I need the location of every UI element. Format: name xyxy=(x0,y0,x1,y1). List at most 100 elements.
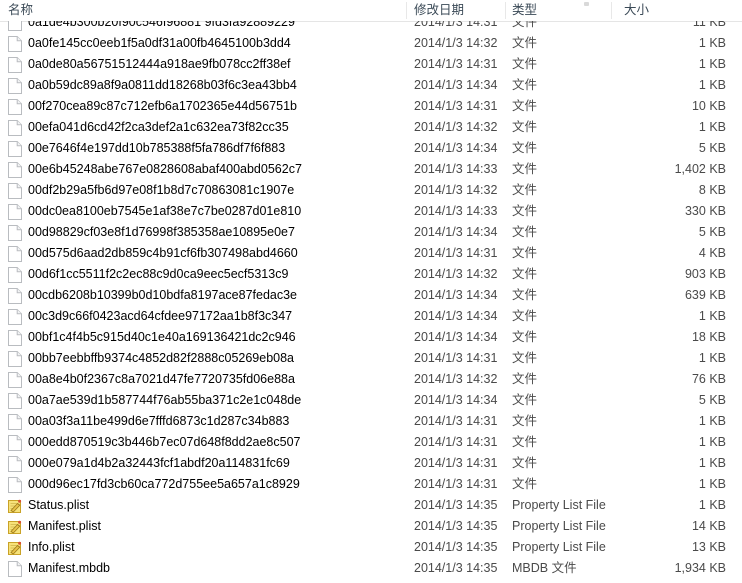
file-icon xyxy=(8,36,22,52)
file-icon xyxy=(8,225,22,241)
file-name-cell[interactable]: 0a1de4b300b20f90c546f96881 9fd3fa9288922… xyxy=(28,21,406,33)
file-name-cell[interactable]: 00a8e4b0f2367c8a7021d47fe7720735fd06e88a xyxy=(28,369,406,390)
file-size-cell: 10 KB xyxy=(691,99,726,113)
file-date-modified-cell: 2014/1/3 14:31 xyxy=(414,435,498,449)
column-header-name-label: 名称 xyxy=(8,3,34,17)
file-size-cell: 903 KB xyxy=(684,267,726,281)
file-row[interactable]: 0a0de80a56751512444a918ae9fb078cc2ff38ef… xyxy=(0,54,742,75)
file-date-modified-cell: 2014/1/3 14:35 xyxy=(414,519,498,533)
file-row[interactable]: 00a7ae539d1b587744f76ab55ba371c2e1c048de… xyxy=(0,390,742,411)
column-header-size[interactable]: 大小 xyxy=(624,0,724,21)
file-list-viewport[interactable]: 0a1de4b300b20f90c546f96881 9fd3fa9288922… xyxy=(0,21,742,583)
file-name-cell[interactable]: 000d96ec17fd3cb60ca772d755ee5a657a1c8929 xyxy=(28,474,406,495)
file-name-cell[interactable]: 00d6f1cc5511f2c2ec88c9d0ca9eec5ecf5313c9 xyxy=(28,264,406,285)
file-name-cell[interactable]: Manifest.mbdb xyxy=(28,558,406,579)
file-row[interactable]: 000edd870519c3b446b7ec07d648f8dd2ae8c507… xyxy=(0,432,742,453)
file-icon xyxy=(8,309,22,325)
file-name-cell[interactable]: 0a0b59dc89a8f9a0811dd18268b03f6c3ea43bb4 xyxy=(28,75,406,96)
file-row[interactable]: 0a0b59dc89a8f9a0811dd18268b03f6c3ea43bb4… xyxy=(0,75,742,96)
file-date-modified-cell: 2014/1/3 14:35 xyxy=(414,498,498,512)
file-row[interactable]: 00bb7eebbffb9374c4852d82f2888c05269eb08a… xyxy=(0,348,742,369)
file-icon xyxy=(8,561,22,577)
file-row[interactable]: 00d575d6aad2db859c4b91cf6fb307498abd4660… xyxy=(0,243,742,264)
file-size-cell: 5 KB xyxy=(698,141,726,155)
file-name-cell[interactable]: 000edd870519c3b446b7ec07d648f8dd2ae8c507 xyxy=(28,432,406,453)
file-row[interactable]: 000d96ec17fd3cb60ca772d755ee5a657a1c8929… xyxy=(0,474,742,495)
file-icon xyxy=(8,120,22,136)
file-row[interactable]: 0a1de4b300b20f90c546f96881 9fd3fa9288922… xyxy=(0,21,742,33)
file-icon xyxy=(8,204,22,220)
column-divider-name-date[interactable] xyxy=(406,2,407,19)
file-name-cell[interactable]: 00a03f3a11be499d6e7fffd6873c1d287c34b883 xyxy=(28,411,406,432)
file-size-cell: 639 KB xyxy=(684,288,726,302)
file-row[interactable]: 00df2b29a5fb6d97e08f1b8d7c70863081c1907e… xyxy=(0,180,742,201)
file-date-modified-cell: 2014/1/3 14:31 xyxy=(414,477,498,491)
file-icon xyxy=(8,267,22,283)
file-size-cell: 1,934 KB xyxy=(674,561,726,575)
file-date-modified-cell: 2014/1/3 14:35 xyxy=(414,540,498,554)
file-icon xyxy=(8,78,22,94)
file-name-cell[interactable]: Status.plist xyxy=(28,495,406,516)
file-row[interactable]: 00efa041d6cd42f2ca3def2a1c632ea73f82cc35… xyxy=(0,117,742,138)
file-name-cell[interactable]: 00bf1c4f4b5c915d40c1e40a169136421dc2c946 xyxy=(28,327,406,348)
file-row[interactable]: 00dc0ea8100eb7545e1af38e7c7be0287d01e810… xyxy=(0,201,742,222)
file-name-cell[interactable]: Info.plist xyxy=(28,537,406,558)
file-date-modified-cell: 2014/1/3 14:32 xyxy=(414,183,498,197)
file-name-cell[interactable]: 00cdb6208b10399b0d10bdfa8197ace87fedac3e xyxy=(28,285,406,306)
file-date-modified-cell: 2014/1/3 14:33 xyxy=(414,162,498,176)
file-row[interactable]: 000e079a1d4b2a32443fcf1abdf20a114831fc69… xyxy=(0,453,742,474)
column-header-size-label: 大小 xyxy=(624,3,650,17)
column-divider-date-type[interactable] xyxy=(505,2,506,19)
file-icon xyxy=(8,288,22,304)
file-row[interactable]: Status.plist 2014/1/3 14:35 Property List … xyxy=(0,495,742,516)
file-date-modified-cell: 2014/1/3 14:31 xyxy=(414,456,498,470)
file-name-cell[interactable]: 00bb7eebbffb9374c4852d82f2888c05269eb08a xyxy=(28,348,406,369)
file-name-cell[interactable]: 0a0de80a56751512444a918ae9fb078cc2ff38ef xyxy=(28,54,406,75)
property-list-file-icon xyxy=(8,498,22,514)
column-header-row: 名称 修改日期 类型 大小 xyxy=(0,0,742,22)
file-size-cell: 1 KB xyxy=(698,477,726,491)
file-row[interactable]: Manifest.mbdb 2014/1/3 14:35 MBDB 文件 1,934 … xyxy=(0,558,742,579)
file-row[interactable]: 00e6b45248abe767e0828608abaf400abd0562c7… xyxy=(0,159,742,180)
file-row[interactable]: 00bf1c4f4b5c915d40c1e40a169136421dc2c946… xyxy=(0,327,742,348)
file-icon xyxy=(8,21,22,31)
file-size-cell: 13 KB xyxy=(691,540,726,554)
file-name-cell[interactable]: 00e7646f4e197dd10b785388f5fa786df7f6f883 xyxy=(28,138,406,159)
file-row[interactable]: 00f270cea89c87c712efb6a1702365e44d56751b… xyxy=(0,96,742,117)
file-name-cell[interactable]: 0a0fe145cc0eeb1f5a0df31a00fb4645100b3dd4 xyxy=(28,33,406,54)
file-size-cell: 14 KB xyxy=(691,519,726,533)
file-name-cell[interactable]: 00d98829cf03e8f1d76998f385358ae10895e0e7 xyxy=(28,222,406,243)
file-row[interactable]: 00cdb6208b10399b0d10bdfa8197ace87fedac3e… xyxy=(0,285,742,306)
file-list: 0a1de4b300b20f90c546f96881 9fd3fa9288922… xyxy=(0,21,742,579)
file-name-cell[interactable]: 000e079a1d4b2a32443fcf1abdf20a114831fc69 xyxy=(28,453,406,474)
file-row[interactable]: 0a0fe145cc0eeb1f5a0df31a00fb4645100b3dd4… xyxy=(0,33,742,54)
column-header-name[interactable]: 名称 xyxy=(8,0,378,21)
file-icon xyxy=(8,372,22,388)
file-row[interactable]: 00a8e4b0f2367c8a7021d47fe7720735fd06e88a… xyxy=(0,369,742,390)
file-name-cell[interactable]: 00d575d6aad2db859c4b91cf6fb307498abd4660 xyxy=(28,243,406,264)
column-divider-type-size[interactable] xyxy=(611,2,612,19)
file-name-cell[interactable]: Manifest.plist xyxy=(28,516,406,537)
file-row[interactable]: 00c3d9c66f0423acd64cfdee97172aa1b8f3c347… xyxy=(0,306,742,327)
file-row[interactable]: 00e7646f4e197dd10b785388f5fa786df7f6f883… xyxy=(0,138,742,159)
file-name-cell[interactable]: 00efa041d6cd42f2ca3def2a1c632ea73f82cc35 xyxy=(28,117,406,138)
column-header-date-modified[interactable]: 修改日期 xyxy=(414,0,502,21)
file-row[interactable]: Info.plist 2014/1/3 14:35 Property List Fi… xyxy=(0,537,742,558)
file-size-cell: 1 KB xyxy=(698,36,726,50)
file-row[interactable]: Manifest.plist 2014/1/3 14:35 Property Lis… xyxy=(0,516,742,537)
file-name-cell[interactable]: 00e6b45248abe767e0828608abaf400abd0562c7 xyxy=(28,159,406,180)
file-name-cell[interactable]: 00f270cea89c87c712efb6a1702365e44d56751b xyxy=(28,96,406,117)
file-name-cell[interactable]: 00a7ae539d1b587744f76ab55ba371c2e1c048de xyxy=(28,390,406,411)
file-name-cell[interactable]: 00c3d9c66f0423acd64cfdee97172aa1b8f3c347 xyxy=(28,306,406,327)
file-date-modified-cell: 2014/1/3 14:32 xyxy=(414,267,498,281)
file-icon xyxy=(8,414,22,430)
file-name-cell[interactable]: 00df2b29a5fb6d97e08f1b8d7c70863081c1907e xyxy=(28,180,406,201)
file-row[interactable]: 00d98829cf03e8f1d76998f385358ae10895e0e7… xyxy=(0,222,742,243)
property-list-file-icon xyxy=(8,519,22,535)
file-row[interactable]: 00a03f3a11be499d6e7fffd6873c1d287c34b883… xyxy=(0,411,742,432)
file-date-modified-cell: 2014/1/3 14:32 xyxy=(414,372,498,386)
file-icon xyxy=(8,57,22,73)
file-row[interactable]: 00d6f1cc5511f2c2ec88c9d0ca9eec5ecf5313c9… xyxy=(0,264,742,285)
file-name-cell[interactable]: 00dc0ea8100eb7545e1af38e7c7be0287d01e810 xyxy=(28,201,406,222)
file-date-modified-cell: 2014/1/3 14:31 xyxy=(414,21,498,29)
